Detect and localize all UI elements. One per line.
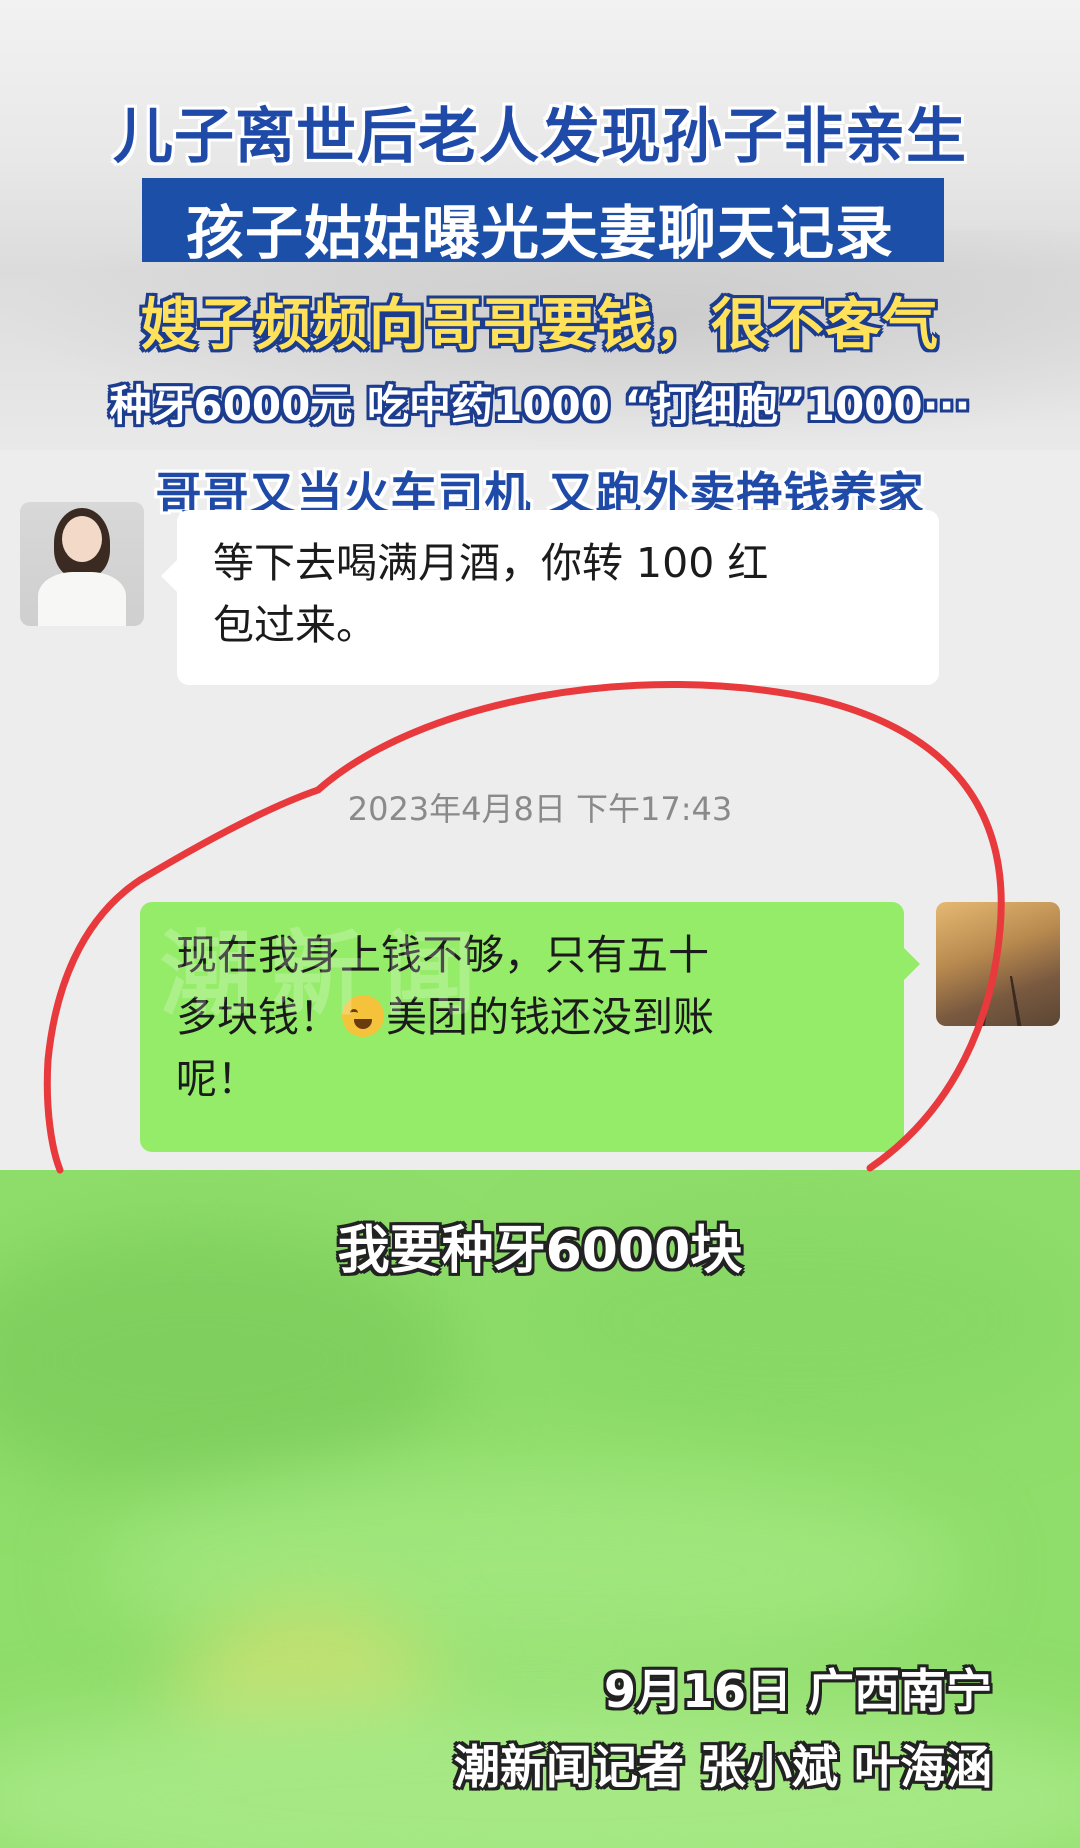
message-text-line: 呢！ (176, 1055, 258, 1103)
headline-line-1: 儿子离世后老人发现孙子非亲生 (113, 102, 967, 172)
message-timestamp: 2023年4月8日 下午17:43 (347, 790, 733, 828)
reporter-credit-caption: 潮新闻记者 张小斌 叶海涵 (453, 1740, 992, 1794)
user-avatar[interactable] (936, 902, 1060, 1026)
headline-line-3: 嫂子频频向哥哥要钱，很不客气 (141, 293, 939, 358)
headline-line-4: 种牙6000元 吃中药1000 “打细胞”1000··· (109, 381, 971, 430)
contact-avatar[interactable] (20, 502, 144, 626)
video-frame: 儿子离世后老人发现孙子非亲生 孩子姑姑曝光夫妻聊天记录 嫂子频频向哥哥要钱，很不… (0, 0, 1080, 1848)
news-watermark: 潮新闻 (160, 921, 497, 1028)
message-text-line: 等下去喝满月酒，你转 100 红 (213, 539, 769, 587)
headline-line-2: 孩子姑姑曝光夫妻聊天记录 (185, 199, 894, 267)
message-text-line: 包过来。 (213, 601, 377, 649)
video-subtitle: 我要种牙6000块 (337, 1221, 743, 1281)
date-location-caption: 9月16日 广西南宁 (603, 1664, 992, 1718)
incoming-message-bubble[interactable]: 等下去喝满月酒，你转 100 红 包过来。 (161, 510, 939, 685)
